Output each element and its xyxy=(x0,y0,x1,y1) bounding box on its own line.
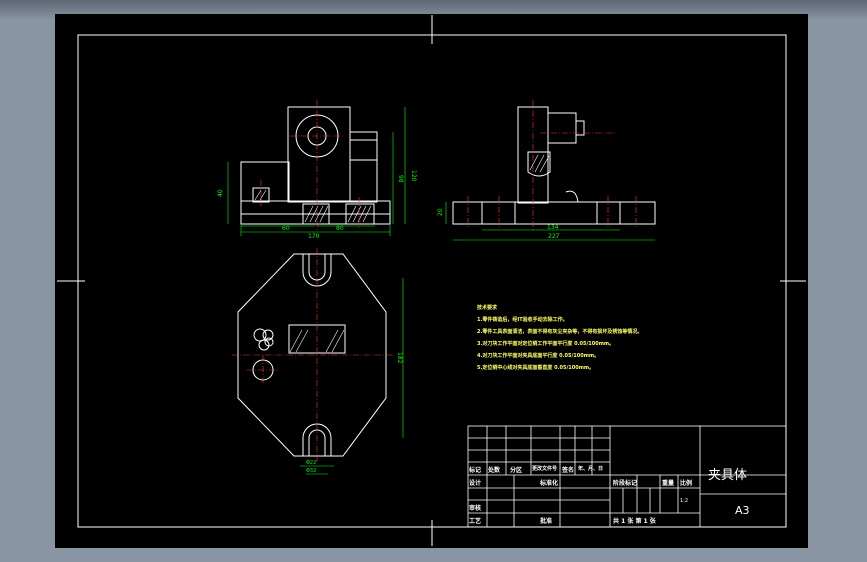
tb-label-standardize: 标准化 xyxy=(540,480,559,487)
front-view xyxy=(240,106,391,225)
tb-label-process: 工艺 xyxy=(469,518,482,525)
scale-value: 1:2 xyxy=(680,498,688,504)
front-view-dimensions xyxy=(227,107,406,236)
requirement-item: 5.定位销中心线对夹具底面垂直度 0.05/100mm。 xyxy=(477,365,595,371)
requirement-item: 4.对刀块工作平面对夹具底面平行度 0.05/100mm。 xyxy=(477,353,600,359)
tb-label-zone: 分区 xyxy=(510,467,523,474)
top-slot-b-dimension: Φ32 xyxy=(306,468,316,474)
tb-label-signature: 签名 xyxy=(562,467,575,474)
sheet-size: A3 xyxy=(735,504,750,517)
requirement-item: 1.零件铸造后，经IT验收手动去除工作。 xyxy=(477,317,568,323)
tb-label-design: 设计 xyxy=(469,480,482,487)
top-height-dimension: 182 xyxy=(396,352,403,364)
side-view-centerlines xyxy=(467,100,637,230)
tb-label-weight: 重量 xyxy=(662,480,675,487)
tb-label-change-doc: 更改文件号 xyxy=(532,466,558,472)
tb-label-stage-mark: 阶段标记 xyxy=(613,480,638,487)
tb-label-review: 审核 xyxy=(469,505,482,512)
tb-label-date: 年、月、日 xyxy=(578,466,604,472)
requirement-item: 3.对刀块工作平面对定位销工作平面平行度 0.05/100mm。 xyxy=(477,341,615,347)
front-view-centerlines xyxy=(260,100,360,230)
tb-label-count: 处数 xyxy=(488,467,501,474)
top-slot-a-dimension: Φ22 xyxy=(306,460,316,466)
side-height-dimension: 20 xyxy=(437,208,444,216)
front-dim-b: 80 xyxy=(336,225,344,232)
requirement-item: 2.零件工具表面清洁，表面不得有灰尘夹杂等，不得有损坏及锈蚀等情况。 xyxy=(477,329,643,335)
technical-requirements-heading: 技术要求 xyxy=(477,305,498,311)
side-view xyxy=(452,106,656,225)
front-mid-height: 98 xyxy=(397,175,404,183)
drawing-border xyxy=(77,34,787,528)
side-width-dimension: 227 xyxy=(548,233,560,240)
tb-label-scale: 比例 xyxy=(680,480,693,487)
front-left-height: 40 xyxy=(217,189,224,197)
side-inner-dimension: 134 xyxy=(547,224,559,231)
tb-label-approve: 批准 xyxy=(540,518,553,525)
front-width-dimension: 170 xyxy=(308,233,320,240)
top-view-centerlines xyxy=(232,248,392,462)
tb-label-sheets: 共 1 张 第 1 张 xyxy=(613,518,656,525)
technical-requirements: 技术要求 1.零件铸造后，经IT验收手动去除工作。 2.零件工具表面清洁，表面不… xyxy=(477,302,642,374)
front-view-hatch xyxy=(254,189,372,223)
front-dim-a: 60 xyxy=(282,225,290,232)
cad-drawing: 170 60 80 40 120 98 227 134 20 182 Φ22 Φ… xyxy=(57,15,806,546)
tb-label-mark: 标记 xyxy=(469,467,482,474)
frame-tick-marks xyxy=(57,15,806,546)
part-name: 夹具体 xyxy=(708,468,747,483)
front-right-height: 120 xyxy=(410,170,417,182)
